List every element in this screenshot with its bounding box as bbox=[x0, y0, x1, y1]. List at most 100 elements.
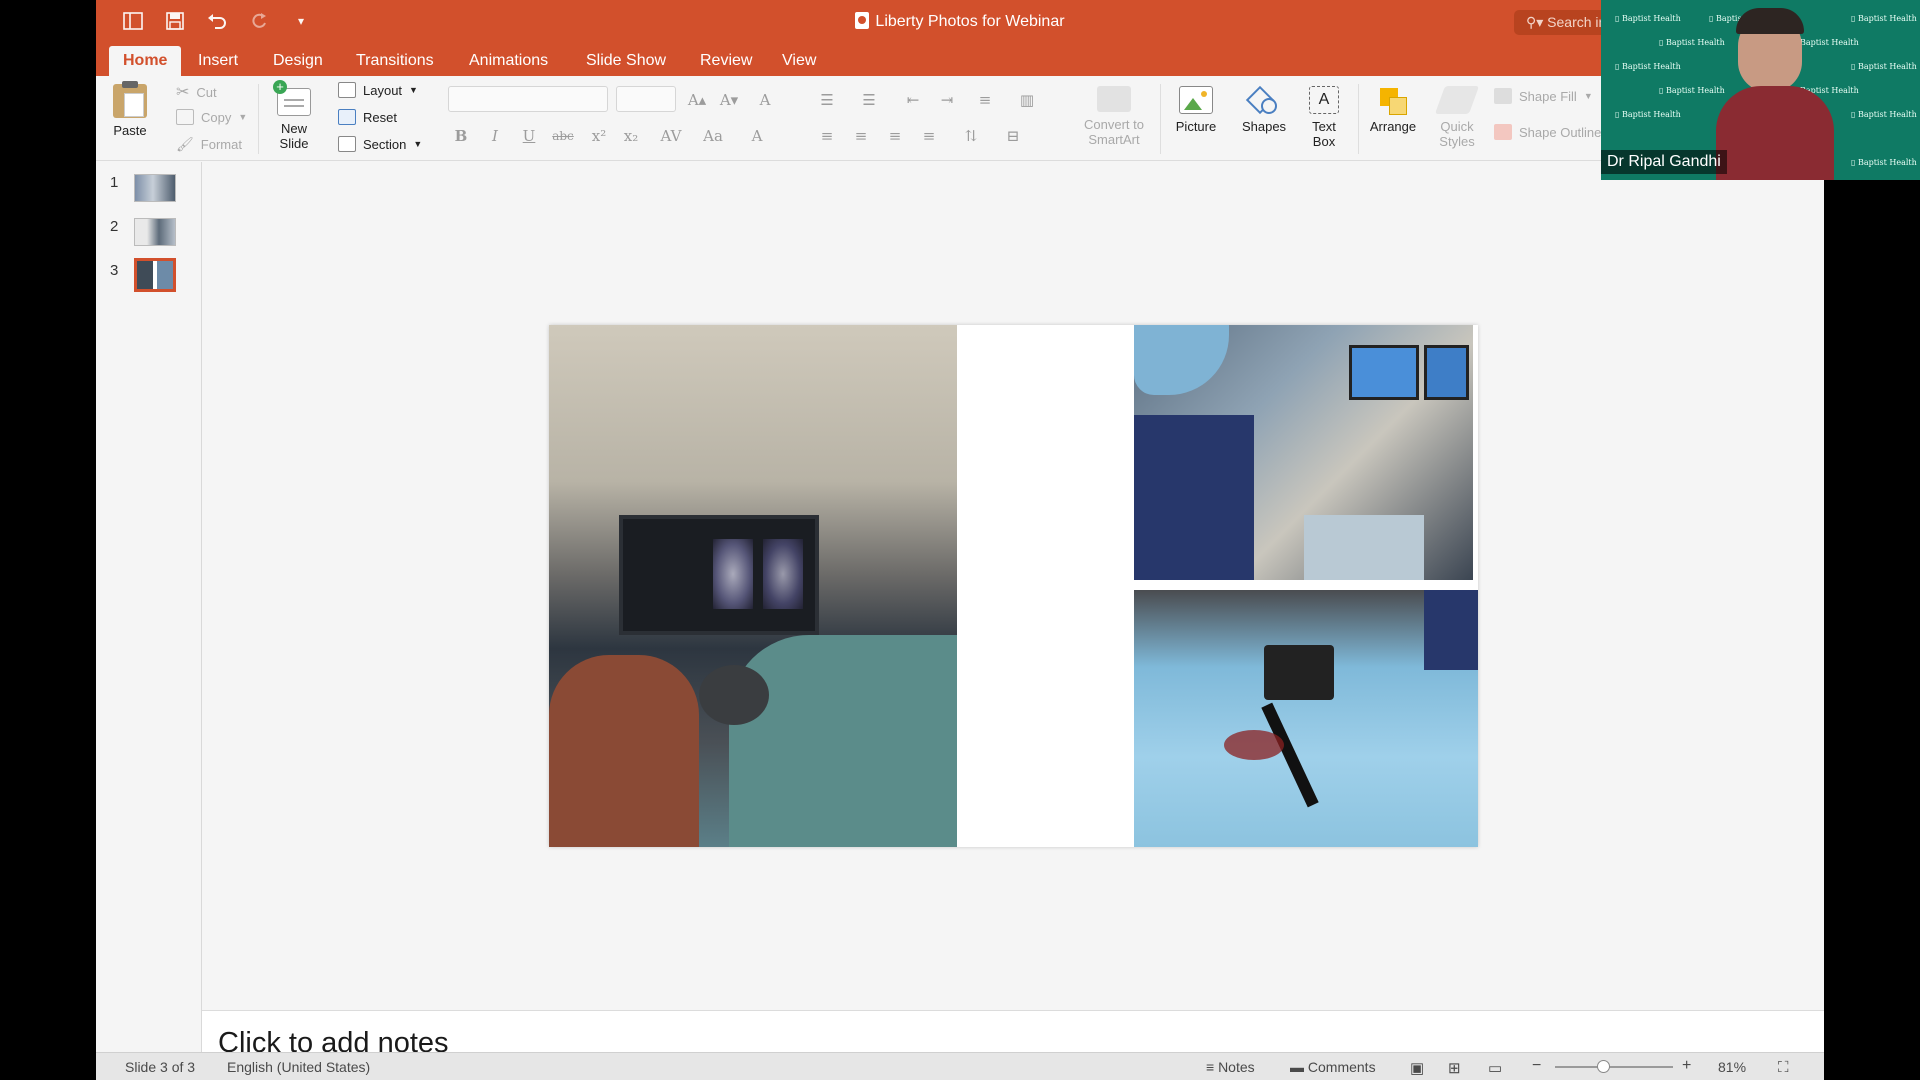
zoom-out-button[interactable]: − bbox=[1532, 1057, 1541, 1075]
tab-slide-show[interactable]: Slide Show bbox=[572, 46, 680, 76]
increase-indent-icon[interactable]: ⇥ bbox=[934, 88, 960, 112]
text-box-label-1: Text bbox=[1312, 119, 1336, 134]
thumbnail-number: 3 bbox=[110, 262, 119, 279]
ribbon-separator bbox=[1358, 84, 1359, 154]
normal-view-icon[interactable]: ▣ bbox=[1410, 1059, 1424, 1077]
italic-icon[interactable]: I bbox=[482, 124, 508, 148]
slide-canvas[interactable] bbox=[549, 325, 1478, 847]
tab-insert[interactable]: Insert bbox=[184, 46, 252, 76]
tab-transitions[interactable]: Transitions bbox=[342, 46, 448, 76]
shrink-font-icon[interactable]: A▾ bbox=[716, 88, 742, 112]
convert-to-smartart-button[interactable]: Convert to SmartArt bbox=[1076, 86, 1152, 147]
change-case-icon[interactable]: Aa bbox=[700, 124, 726, 148]
copy-button[interactable]: Copy ▼ bbox=[176, 109, 247, 125]
new-slide-icon: + bbox=[273, 80, 311, 116]
zoom-slider-track[interactable] bbox=[1555, 1060, 1673, 1073]
zoom-percent[interactable]: 81% bbox=[1718, 1059, 1746, 1075]
comment-icon: ▬ bbox=[1290, 1059, 1308, 1075]
columns-icon[interactable]: ▥ bbox=[1014, 88, 1040, 112]
notes-icon: ≡ bbox=[1206, 1059, 1219, 1075]
background-logo-text: ▯ Baptist Health bbox=[1851, 110, 1917, 119]
picture-icon bbox=[1179, 86, 1213, 114]
ribbon-separator bbox=[1160, 84, 1161, 154]
justify-icon[interactable]: ≡ bbox=[916, 124, 942, 148]
ribbon-home: Paste ✂ Cut Copy ▼ 🖌 Format + New Slide Lay… bbox=[96, 76, 1824, 161]
tab-review[interactable]: Review bbox=[686, 46, 766, 76]
zoom-in-button[interactable]: + bbox=[1682, 1057, 1691, 1075]
tab-design[interactable]: Design bbox=[259, 46, 337, 76]
format-painter-button[interactable]: 🖌 Format bbox=[176, 136, 242, 153]
language-indicator[interactable]: English (United States) bbox=[227, 1059, 370, 1075]
font-size-dropdown[interactable] bbox=[616, 86, 676, 112]
clear-formatting-icon[interactable]: A bbox=[752, 88, 778, 112]
character-spacing-icon[interactable]: AV bbox=[658, 124, 684, 148]
person-head bbox=[549, 655, 699, 847]
notes-button[interactable]: ≡ Notes bbox=[1206, 1059, 1255, 1075]
superscript-icon[interactable]: x² bbox=[586, 124, 612, 148]
monitor-image bbox=[1424, 345, 1469, 400]
tab-home[interactable]: Home bbox=[109, 46, 182, 76]
chevron-down-icon: ▼ bbox=[1583, 91, 1593, 101]
picture-label: Picture bbox=[1175, 119, 1217, 134]
shapes-button[interactable]: Shapes bbox=[1236, 85, 1292, 134]
notes-pane[interactable]: Click to add notes bbox=[202, 1010, 1824, 1059]
comments-button[interactable]: ▬ Comments bbox=[1290, 1059, 1376, 1075]
slide-sorter-icon[interactable]: ⊞ bbox=[1448, 1059, 1461, 1077]
shape-outline-button[interactable]: Shape Outline bbox=[1494, 124, 1601, 140]
device-table-photo[interactable] bbox=[1134, 590, 1478, 847]
text-direction-icon[interactable]: ⇅ bbox=[958, 124, 984, 148]
text-box-icon: A bbox=[1309, 86, 1339, 114]
copy-icon bbox=[176, 109, 194, 125]
chevron-down-icon: ▼ bbox=[409, 85, 418, 95]
bold-icon[interactable]: B bbox=[448, 124, 474, 148]
grow-font-icon[interactable]: A▴ bbox=[684, 88, 710, 112]
shape-fill-button[interactable]: Shape Fill ▼ bbox=[1494, 88, 1593, 104]
align-right-icon[interactable]: ≡ bbox=[882, 124, 908, 148]
arrange-icon bbox=[1376, 86, 1410, 115]
align-center-icon[interactable]: ≡ bbox=[848, 124, 874, 148]
reading-view-icon[interactable]: ▭ bbox=[1488, 1059, 1502, 1077]
scissors-icon: ✂ bbox=[176, 84, 190, 101]
new-slide-label-1: New bbox=[280, 121, 307, 136]
align-text-icon[interactable]: ⊟ bbox=[1000, 124, 1026, 148]
surgical-cap bbox=[1134, 325, 1229, 395]
decrease-indent-icon[interactable]: ⇤ bbox=[900, 88, 926, 112]
arrange-button[interactable]: Arrange bbox=[1366, 86, 1420, 134]
arrange-label: Arrange bbox=[1369, 119, 1417, 134]
underline-icon[interactable]: U bbox=[516, 124, 542, 148]
new-slide-button[interactable]: + New Slide bbox=[268, 80, 320, 151]
slide-thumbnail-1[interactable] bbox=[134, 174, 176, 202]
powerpoint-window: ▾ Liberty Photos for Webinar ⚲▾ Search i… bbox=[96, 0, 1824, 1080]
picture-button[interactable]: Picture bbox=[1168, 86, 1224, 134]
numbering-icon[interactable]: ☰ bbox=[856, 88, 882, 112]
bullets-icon[interactable]: ☰ bbox=[814, 88, 840, 112]
quick-styles-button[interactable]: Quick Styles bbox=[1430, 86, 1484, 149]
cath-lab-photo[interactable] bbox=[549, 325, 957, 847]
monitor-image bbox=[619, 515, 819, 635]
subscript-icon[interactable]: x₂ bbox=[618, 124, 644, 148]
fit-to-window-icon[interactable]: ⛶ bbox=[1778, 1059, 1789, 1076]
gown bbox=[1424, 590, 1478, 670]
font-color-icon[interactable]: A bbox=[744, 124, 770, 148]
slide-thumbnail-2[interactable] bbox=[134, 218, 176, 246]
tab-animations[interactable]: Animations bbox=[455, 46, 562, 76]
slide-thumbnails-pane: 1 2 3 bbox=[96, 162, 202, 1052]
search-icon: ⚲▾ bbox=[1526, 14, 1544, 30]
align-left-icon[interactable]: ≡ bbox=[814, 124, 840, 148]
physician-procedure-photo[interactable] bbox=[1134, 325, 1473, 580]
tab-view[interactable]: View bbox=[768, 46, 830, 76]
zoom-slider-thumb[interactable] bbox=[1597, 1060, 1610, 1073]
line-spacing-icon[interactable]: ≡ bbox=[972, 88, 998, 112]
layout-button[interactable]: Layout ▼ bbox=[338, 82, 418, 98]
reset-button[interactable]: Reset bbox=[338, 109, 397, 125]
section-button[interactable]: Section ▼ bbox=[338, 136, 422, 152]
webcam-overlay: ▯ Baptist Health ▯ Baptist Health ▯ Baptis… bbox=[1601, 0, 1920, 180]
font-name-dropdown[interactable] bbox=[448, 86, 608, 112]
text-box-button[interactable]: A Text Box bbox=[1302, 86, 1346, 149]
thumbnail-number: 2 bbox=[110, 218, 119, 235]
paste-button[interactable]: Paste bbox=[108, 81, 152, 138]
thumbnail-number: 1 bbox=[110, 174, 119, 191]
cut-button[interactable]: ✂ Cut bbox=[176, 82, 217, 102]
slide-thumbnail-3[interactable] bbox=[134, 258, 176, 292]
strikethrough-icon[interactable]: abc bbox=[550, 124, 576, 148]
